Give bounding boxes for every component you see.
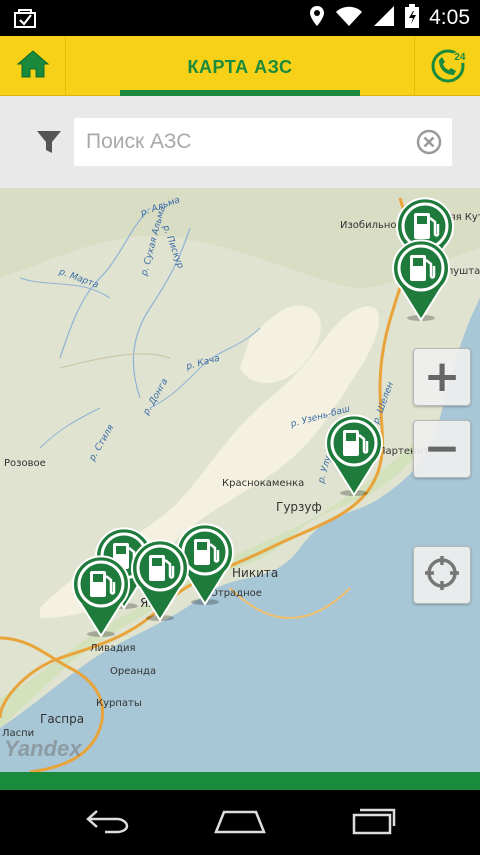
back-icon (85, 808, 131, 838)
zoom-in-button[interactable]: + (413, 348, 471, 406)
fuel-pump-icon (128, 539, 192, 626)
map-label: Гаспра (40, 712, 85, 726)
status-time: 4:05 (429, 6, 470, 29)
nav-bar (0, 790, 480, 855)
zoom-out-label: − (423, 423, 461, 474)
fuel-station-pin[interactable] (69, 554, 133, 638)
search-bar (0, 96, 480, 188)
battery-icon (405, 4, 420, 32)
bottom-accent-strip (0, 772, 480, 790)
map-label: Гурзуф (276, 500, 322, 514)
fuel-pump-icon (322, 414, 386, 501)
home-icon (16, 49, 50, 83)
location-icon (309, 5, 325, 31)
phone-24-icon: 24 (430, 48, 468, 84)
map-label: Ливадия (90, 643, 136, 654)
map-view[interactable]: Изобильное Алушта Краснокаменка Гурзуф Н… (0, 188, 480, 772)
fuel-station-pin[interactable] (389, 238, 453, 322)
fuel-station-pin[interactable] (128, 538, 192, 622)
fuel-pump-icon (389, 239, 453, 326)
notification-check-icon (14, 7, 36, 33)
signal-icon (373, 5, 395, 31)
fuel-pump-icon (69, 555, 133, 642)
map-label: Курпаты (96, 698, 142, 709)
call-24-button[interactable]: 24 (414, 36, 480, 96)
zoom-out-button[interactable]: − (413, 420, 471, 478)
map-label: Никита (232, 566, 279, 580)
map-label: Краснокаменка (222, 478, 305, 489)
map-attribution: Yandex (4, 736, 82, 761)
fuel-station-pin[interactable] (322, 413, 386, 497)
crosshair-icon (423, 554, 461, 596)
map-label: Ореанда (110, 666, 157, 677)
recents-button[interactable] (344, 807, 404, 839)
locate-button[interactable] (413, 546, 471, 604)
recents-icon (350, 807, 398, 839)
search-input[interactable] (86, 118, 406, 166)
page-title: КАРТА АЗС (187, 57, 293, 77)
nav-home-button[interactable] (210, 807, 270, 839)
home-button[interactable] (0, 36, 66, 96)
app-header: КАРТА АЗС 24 (0, 36, 480, 96)
wifi-icon (335, 5, 363, 31)
back-button[interactable] (78, 807, 138, 839)
filter-icon[interactable] (36, 130, 62, 158)
call-badge: 24 (452, 52, 468, 63)
clear-icon[interactable] (416, 129, 442, 159)
zoom-in-label: + (423, 351, 461, 402)
map-label: Розовое (4, 458, 46, 469)
status-bar: 4:05 (0, 0, 480, 36)
search-box (74, 118, 452, 166)
nav-home-icon (214, 808, 266, 838)
